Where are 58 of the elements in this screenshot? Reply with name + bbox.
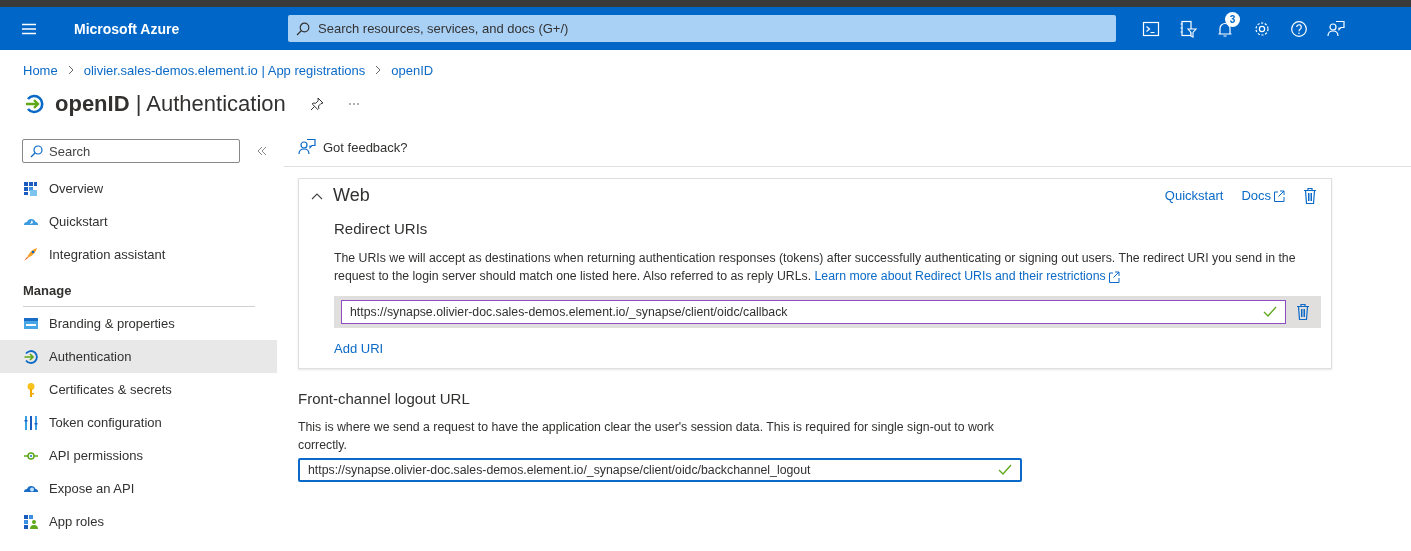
section-heading: Front-channel logout URL [298, 390, 471, 407]
grid-icon [23, 180, 39, 197]
section-heading: Redirect URIs [334, 220, 429, 237]
quickstart-link[interactable]: Quickstart [1164, 188, 1224, 203]
breadcrumb-link[interactable]: Home [23, 62, 58, 78]
nav-item[interactable]: App roles [0, 505, 277, 538]
nav-item[interactable]: Integration assistant [0, 238, 277, 271]
cloud-icon [23, 484, 39, 493]
trash-icon[interactable] [1296, 303, 1310, 321]
nav-item[interactable]: Authentication [0, 340, 277, 373]
search-field[interactable]: Search resources, services, and docs (G+/) [288, 15, 1116, 42]
breadcrumb-link[interactable]: openID [391, 62, 434, 78]
nav-item[interactable]: Branding & properties [0, 307, 277, 340]
arrow-circle-icon [24, 93, 46, 115]
feedback-icon [298, 138, 316, 156]
add-uri-link[interactable]: Add URI [334, 341, 1321, 356]
nav-item[interactable]: Certificates & secrets [0, 373, 277, 406]
search-icon [296, 21, 310, 36]
description: This is where we send a request to have the application clear the user's session data. This is required for single sign-out to work correctly. [298, 419, 995, 454]
nav-item[interactable]: Token configuration [0, 406, 277, 439]
breadcrumb-link[interactable]: olivier.sales-demos.element.io | App registrations [83, 62, 366, 78]
terminal-icon[interactable] [1142, 19, 1160, 38]
rocket-icon [23, 246, 39, 263]
url-field[interactable]: https://synapse.olivier-doc.sales-demos.element.io/_synapse/client/oidc/backchannel_logout [298, 458, 1022, 482]
settings-icon[interactable] [1253, 19, 1271, 38]
browser-window-icon [23, 315, 39, 332]
chevron-icon [374, 65, 383, 75]
feedback-button[interactable]: Got feedback? [298, 138, 408, 156]
book-filter-icon[interactable] [1179, 19, 1197, 38]
menu-icon[interactable] [21, 22, 37, 35]
nav-item[interactable]: Expose an API [0, 472, 277, 505]
search-field[interactable]: Search [22, 139, 240, 163]
grid-person-icon [23, 513, 39, 530]
section-heading: Manage [23, 275, 255, 307]
brand-name[interactable]: Microsoft Azure [74, 20, 288, 37]
learn-more-link[interactable]: Learn more about Redirect URIs and their restrictions [814, 269, 1120, 283]
external-link-icon [1107, 270, 1120, 283]
page-title: openID | Authentication [55, 91, 286, 117]
help-icon[interactable] [1290, 19, 1308, 38]
uri-field[interactable]: https://synapse.olivier-doc.sales-demos.element.io/_synapse/client/oidc/callback [341, 300, 1286, 324]
external-link-icon [1273, 189, 1285, 202]
pin-icon[interactable] [309, 97, 324, 111]
arrow-circle-icon [23, 348, 39, 365]
collapse-icon[interactable] [257, 146, 267, 156]
cloud-icon [23, 217, 39, 226]
chevron-up-icon [311, 191, 323, 200]
notification-badge: 3 [1225, 11, 1240, 27]
collapse-button[interactable]: Web [311, 185, 370, 206]
feedback-icon[interactable] [1327, 19, 1345, 38]
description: The URIs we will accept as destinations when returning authentication responses (tokens) after successfully authenticating or signing out users. The redirect URI you send in the request to the login server should match one listed here. Also referred to as reply URLs. Learn more about Redirect URIs and their restrictions [334, 250, 1297, 285]
bars-icon [23, 414, 39, 431]
nav-item[interactable]: Quickstart [0, 205, 277, 238]
nav-item[interactable]: API permissions [0, 439, 277, 472]
chevron-icon [66, 65, 75, 75]
docs-link[interactable]: Docs [1241, 188, 1285, 203]
trash-icon[interactable] [1303, 186, 1317, 205]
search-icon [30, 144, 43, 158]
nav-item[interactable]: Overview [0, 172, 277, 205]
